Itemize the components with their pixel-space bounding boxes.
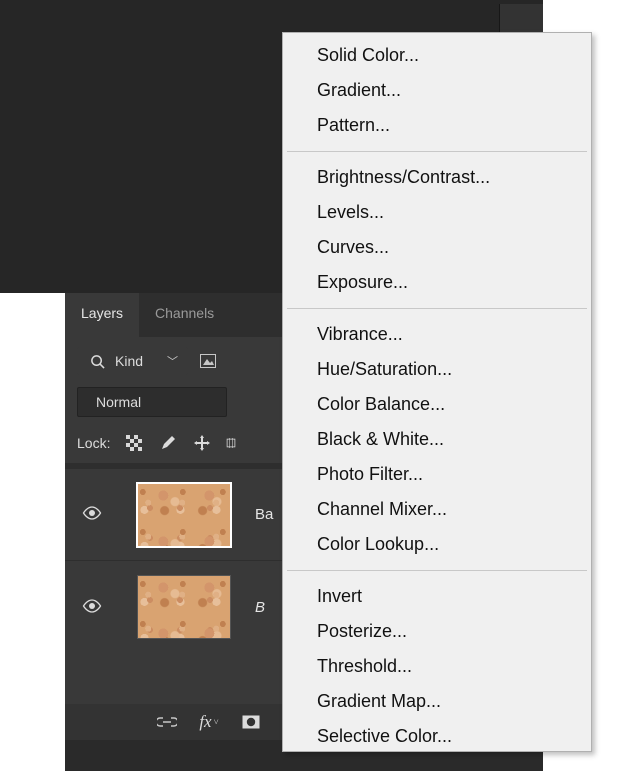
menu-item[interactable]: Channel Mixer... — [283, 492, 591, 527]
tab-channels[interactable]: Channels — [139, 293, 230, 337]
layer-thumbnail[interactable] — [137, 483, 231, 547]
menu-separator — [287, 308, 587, 309]
menu-item[interactable]: Hue/Saturation... — [283, 352, 591, 387]
kind-filter-label: Kind — [115, 353, 143, 369]
tab-layers[interactable]: Layers — [65, 293, 139, 337]
menu-item[interactable]: Pattern... — [283, 108, 591, 143]
visibility-toggle-icon[interactable] — [81, 599, 103, 616]
menu-item[interactable]: Curves... — [283, 230, 591, 265]
search-icon — [87, 351, 107, 371]
menu-separator — [287, 151, 587, 152]
layer-effects-icon[interactable]: fx˅ — [199, 712, 219, 732]
move-icon[interactable] — [192, 433, 212, 453]
menu-item[interactable]: Photo Filter... — [283, 457, 591, 492]
kind-filter-dropdown[interactable]: Kind ﹀ — [77, 347, 188, 375]
chevron-down-icon: ﹀ — [167, 353, 178, 369]
menu-item[interactable]: Black & White... — [283, 422, 591, 457]
link-layers-icon[interactable] — [157, 712, 177, 732]
menu-item[interactable]: Exposure... — [283, 265, 591, 300]
menu-item[interactable]: Color Lookup... — [283, 527, 591, 562]
image-filter-icon[interactable] — [198, 351, 218, 371]
adjustment-layer-context-menu: Solid Color...Gradient...Pattern... Brigh… — [282, 32, 592, 752]
menu-item[interactable]: Brightness/Contrast... — [283, 160, 591, 195]
layer-name-label[interactable]: Ba — [255, 506, 273, 523]
lock-transparent-icon[interactable] — [124, 433, 144, 453]
menu-item[interactable]: Levels... — [283, 195, 591, 230]
menu-item[interactable]: Selective Color... — [283, 719, 591, 754]
menu-item[interactable]: Invert — [283, 579, 591, 614]
menu-item[interactable]: Color Balance... — [283, 387, 591, 422]
menu-item[interactable]: Threshold... — [283, 649, 591, 684]
menu-item[interactable]: Gradient Map... — [283, 684, 591, 719]
artboard-lock-icon[interactable] — [226, 433, 236, 453]
menu-separator — [287, 570, 587, 571]
layer-thumbnail[interactable] — [137, 575, 231, 639]
layer-mask-icon[interactable] — [241, 712, 261, 732]
menu-item[interactable]: Gradient... — [283, 73, 591, 108]
menu-item[interactable]: Vibrance... — [283, 317, 591, 352]
lock-label: Lock: — [77, 435, 110, 451]
layer-name-label[interactable]: B — [255, 599, 265, 616]
menu-item[interactable]: Solid Color... — [283, 38, 591, 73]
blend-mode-dropdown[interactable]: Normal — [77, 387, 227, 417]
menu-item[interactable]: Posterize... — [283, 614, 591, 649]
visibility-toggle-icon[interactable] — [81, 506, 103, 523]
brush-icon[interactable] — [158, 433, 178, 453]
blend-mode-label: Normal — [96, 394, 141, 410]
